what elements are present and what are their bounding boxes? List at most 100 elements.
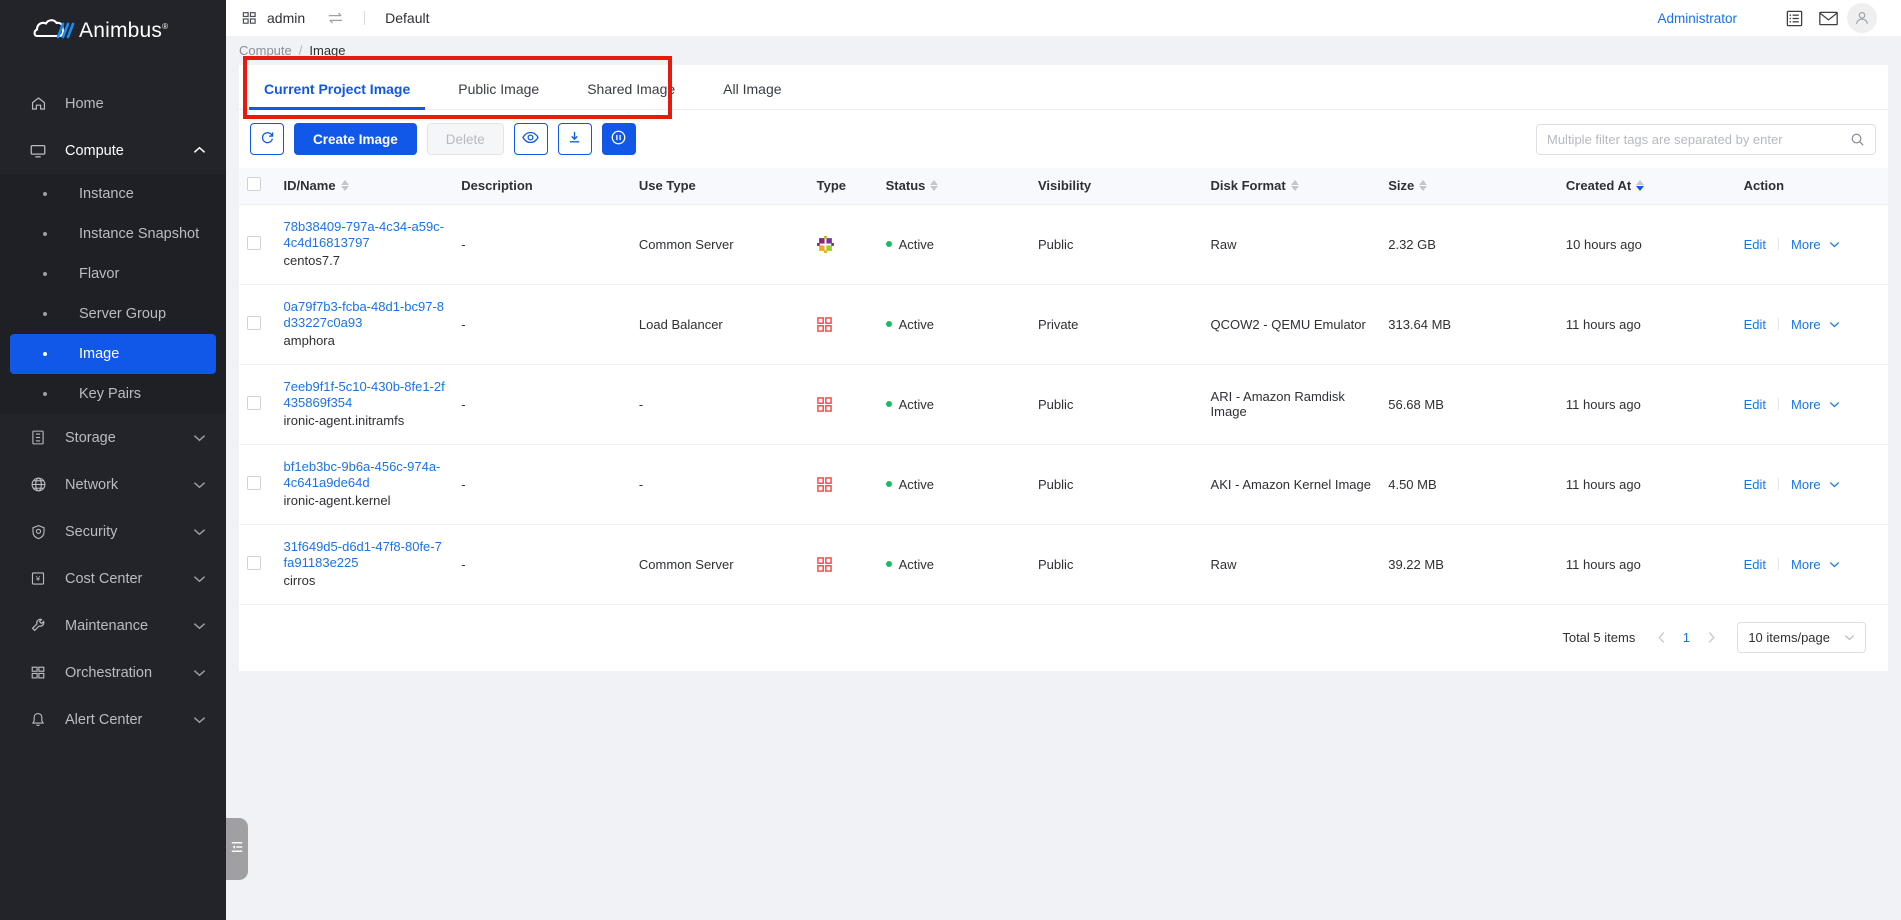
sidebar-item-key-pairs[interactable]: Key Pairs [10,374,216,414]
sort-toggle[interactable] [930,180,939,192]
table-row[interactable]: bf1eb3bc-9b6a-456c-974a-4c641a9de64d iro… [239,444,1888,525]
page-number-1[interactable]: 1 [1673,630,1699,645]
next-page-button[interactable] [1699,626,1723,650]
avatar[interactable] [1845,1,1879,35]
chevron-down-icon [188,621,210,630]
row-checkbox[interactable] [247,235,261,250]
user-role-link[interactable]: Administrator [1657,11,1737,26]
row-checkbox[interactable] [247,555,261,570]
tab-shared-image[interactable]: Shared Image [572,81,690,109]
more-link[interactable]: More [1791,317,1821,332]
select-all-checkbox[interactable] [247,177,261,192]
row-checkbox[interactable] [247,475,261,490]
generic-image-icon [816,476,870,492]
edit-link[interactable]: Edit [1744,317,1766,332]
sort-toggle-active[interactable] [1636,180,1645,192]
chevron-down-icon[interactable] [1829,481,1840,488]
current-domain-name[interactable]: Default [385,10,429,26]
table-row[interactable]: 31f649d5-d6d1-47f8-80fe-7fa91183e225 cir… [239,524,1888,605]
sidebar-item-compute[interactable]: Compute [0,127,226,174]
status-text: Active [898,556,935,572]
column-label: Description [461,178,533,194]
sidebar-item-label: Alert Center [65,711,143,728]
cell-type [808,284,878,365]
more-link[interactable]: More [1791,397,1821,412]
image-id-link[interactable]: 0a79f7b3-fcba-48d1-bc97-8d33227c0a93 [284,299,446,331]
chevron-down-icon[interactable] [1829,321,1840,328]
more-link[interactable]: More [1791,237,1821,252]
sidebar-item-network[interactable]: Network [0,461,226,508]
breadcrumb-parent[interactable]: Compute [239,43,292,58]
image-id-link[interactable]: 31f649d5-d6d1-47f8-80fe-7fa91183e225 [284,539,446,571]
sort-toggle[interactable] [1419,180,1428,192]
chevron-down-icon[interactable] [1829,561,1840,568]
table-col-use-type: Use Type [630,168,809,205]
cell-use-type: Common Server [630,524,809,605]
sidebar-item-home[interactable]: Home [0,80,226,127]
cell-type [808,364,878,445]
sidebar-item-maintenance[interactable]: Maintenance [0,602,226,649]
image-id-link[interactable]: 78b38409-797a-4c34-a59c-4c4d16813797 [284,219,446,251]
sidebar-item-alert-center[interactable]: Alert Center [0,696,226,743]
edit-link[interactable]: Edit [1744,397,1766,412]
sidebar-item-instance-snapshot[interactable]: Instance Snapshot [10,214,216,254]
list-icon[interactable] [1777,1,1811,35]
sidebar-item-server-group[interactable]: Server Group [10,294,216,334]
sidebar-item-image[interactable]: Image [10,334,216,374]
download-button[interactable] [557,123,592,155]
sidebar-item-orchestration[interactable]: Orchestration [0,649,226,696]
cell-action: Edit More [1735,524,1888,605]
edit-link[interactable]: Edit [1744,557,1766,572]
cell-description: - [453,364,631,445]
create-image-button[interactable]: Create Image [294,123,417,155]
table-row[interactable]: 78b38409-797a-4c34-a59c-4c4d16813797 cen… [239,204,1888,285]
tab-public-image[interactable]: Public Image [443,81,554,109]
pause-button[interactable] [601,123,636,155]
brand-logo[interactable]: Animbus® [0,0,226,62]
sidebar-item-flavor[interactable]: Flavor [10,254,216,294]
sidebar-item-security[interactable]: Security [0,508,226,555]
sidebar-subitem-label: Image [79,346,120,362]
edit-link[interactable]: Edit [1744,237,1766,252]
globe-icon [28,475,48,495]
tab-current-project-image[interactable]: Current Project Image [249,81,426,110]
bullet-icon [43,312,47,316]
sidebar-item-storage[interactable]: Storage [0,414,226,461]
table-row[interactable]: 0a79f7b3-fcba-48d1-bc97-8d33227c0a93 amp… [239,284,1888,365]
chevron-up-icon [188,146,210,155]
switch-icon[interactable] [327,11,344,25]
column-label: Visibility [1037,178,1092,194]
image-id-link[interactable]: bf1eb3bc-9b6a-456c-974a-4c641a9de64d [284,459,446,491]
sidebar-item-label: Security [65,523,118,540]
sort-toggle[interactable] [1290,180,1299,192]
page-size-select[interactable]: 10 items/page [1737,622,1866,653]
refresh-button[interactable] [250,123,284,155]
delete-button[interactable]: Delete [426,123,504,155]
edit-link[interactable]: Edit [1744,477,1766,492]
download-icon [567,130,582,148]
sidebar-item-instance[interactable]: Instance [10,174,216,214]
tab-label: Current Project Image [264,81,411,97]
eye-icon [522,131,540,147]
chevron-down-icon[interactable] [1829,241,1840,248]
table-row[interactable]: 7eeb9f1f-5c10-430b-8fe1-2f435869f354 iro… [239,364,1888,445]
filter-search-box[interactable] [1536,123,1876,155]
row-checkbox[interactable] [247,395,261,410]
sidebar-collapse-handle[interactable] [226,818,248,880]
search-input[interactable] [1547,131,1850,147]
sidebar-item-cost-center[interactable]: ¥ Cost Center [0,555,226,602]
view-button[interactable] [513,123,548,155]
sort-toggle[interactable] [340,180,349,192]
image-id-link[interactable]: 7eeb9f1f-5c10-430b-8fe1-2f435869f354 [284,379,446,411]
current-project-name[interactable]: admin [267,10,305,26]
search-icon[interactable] [1850,132,1865,147]
mail-icon[interactable] [1811,1,1845,35]
row-checkbox[interactable] [247,315,261,330]
tab-all-image[interactable]: All Image [708,81,796,109]
chevron-down-icon[interactable] [1829,401,1840,408]
top-bar: admin Default Administrator [226,0,1901,36]
prev-page-button[interactable] [1649,626,1673,650]
more-link[interactable]: More [1791,557,1821,572]
image-name: cirros [283,572,316,588]
more-link[interactable]: More [1791,477,1821,492]
